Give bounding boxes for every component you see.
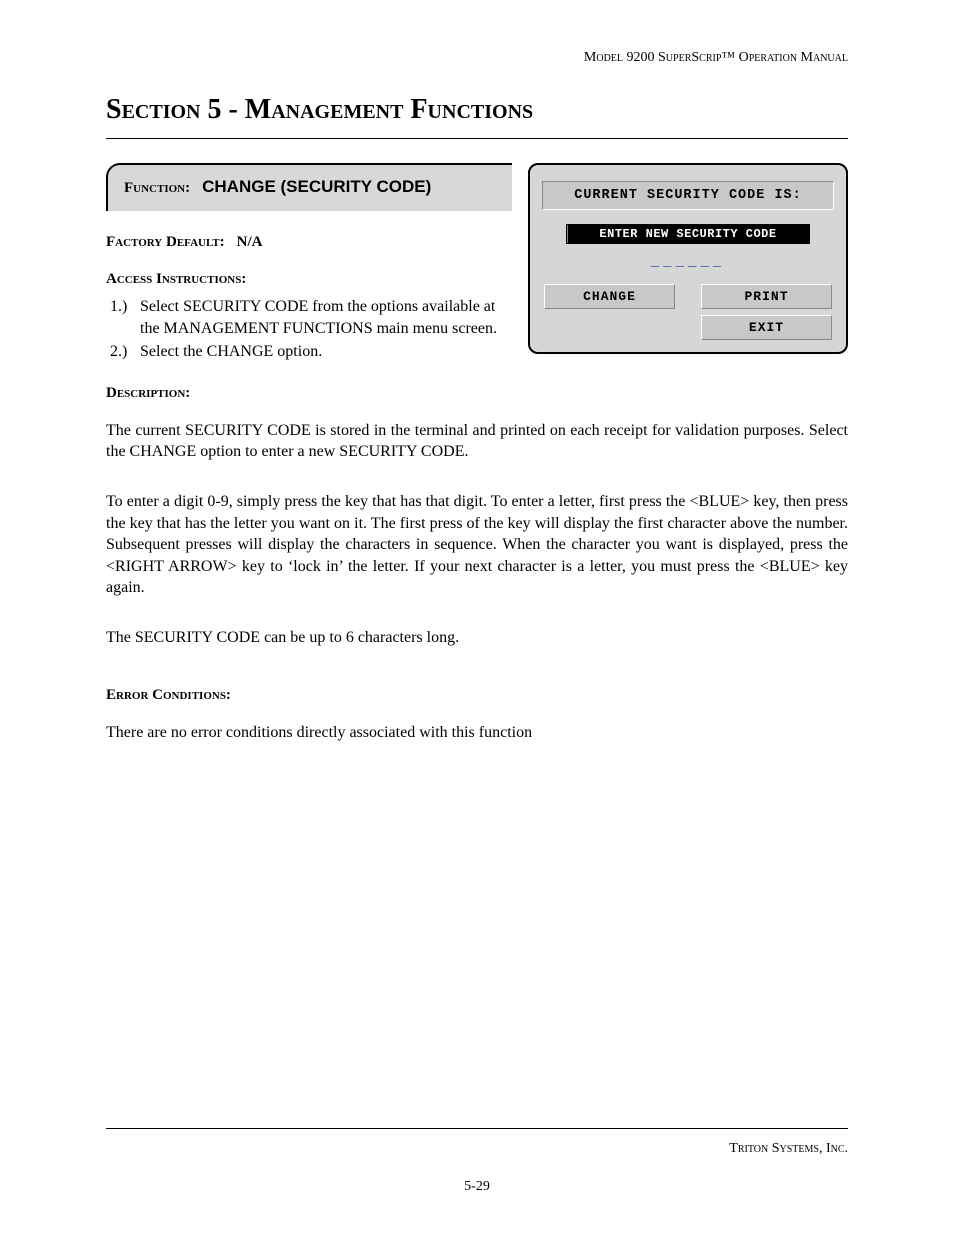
function-label: Function: xyxy=(124,180,190,196)
function-value: CHANGE (SECURITY CODE) xyxy=(202,177,431,196)
factory-default-label: Factory Default: xyxy=(106,234,225,250)
page-number: 5-29 xyxy=(106,1179,848,1195)
description-p1: The current SECURITY CODE is stored in t… xyxy=(106,420,848,463)
function-panel: Function: CHANGE (SECURITY CODE) xyxy=(106,163,512,211)
step-text: Select SECURITY CODE from the options av… xyxy=(140,298,497,337)
terminal-screen: CURRENT SECURITY CODE IS: ENTER NEW SECU… xyxy=(528,163,848,354)
step-number: 1.) xyxy=(110,296,127,318)
access-steps: 1.) Select SECURITY CODE from the option… xyxy=(106,296,512,363)
exit-button[interactable]: EXIT xyxy=(701,315,832,340)
footer-company: Triton Systems, Inc. xyxy=(729,1141,848,1157)
screen-title: CURRENT SECURITY CODE IS: xyxy=(542,181,834,210)
rule-bottom xyxy=(106,1128,848,1129)
description-label: Description: xyxy=(106,385,848,402)
running-head: Model 9200 SuperScrip™ Operation Manual xyxy=(106,50,848,66)
list-item: 1.) Select SECURITY CODE from the option… xyxy=(140,296,512,339)
errors-text: There are no error conditions directly a… xyxy=(106,722,848,744)
section-title: Section 5 - Management Functions xyxy=(106,94,848,126)
factory-default-value: N/A xyxy=(237,234,263,250)
print-button[interactable]: PRINT xyxy=(701,284,832,309)
list-item: 2.) Select the CHANGE option. xyxy=(140,341,512,363)
step-text: Select the CHANGE option. xyxy=(140,343,322,360)
description-p3: The SECURITY CODE can be up to 6 charact… xyxy=(106,627,848,649)
description-p2: To enter a digit 0-9, simply press the k… xyxy=(106,491,848,599)
change-button[interactable]: CHANGE xyxy=(544,284,675,309)
rule-top xyxy=(106,138,848,139)
factory-default: Factory Default: N/A xyxy=(106,233,512,251)
access-label: Access Instructions: xyxy=(106,271,512,288)
screen-prompt: ENTER NEW SECURITY CODE xyxy=(566,224,810,244)
code-entry-field[interactable]: ______ xyxy=(538,254,838,270)
errors-label: Error Conditions: xyxy=(106,687,848,704)
step-number: 2.) xyxy=(110,341,127,363)
